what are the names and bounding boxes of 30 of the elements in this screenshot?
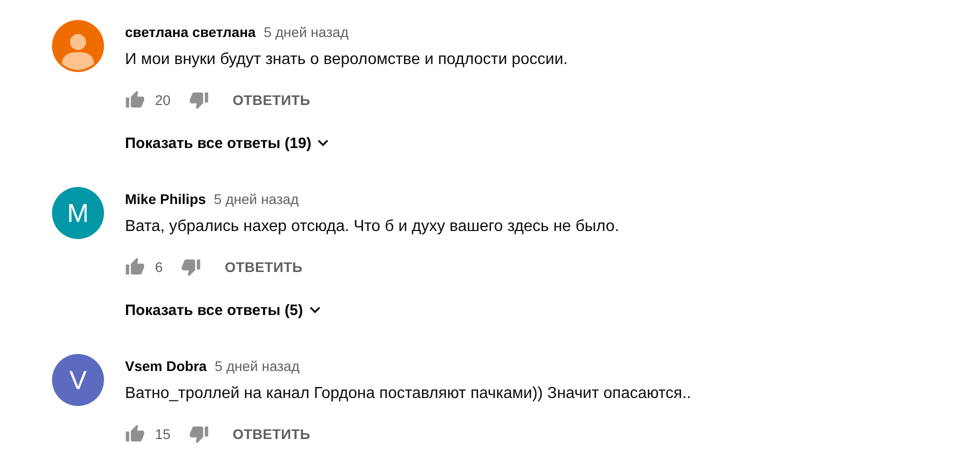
author-name[interactable]: светлана светлана	[125, 20, 256, 44]
reply-button[interactable]: ОТВЕТИТЬ	[220, 420, 322, 448]
avatar-letter: M	[67, 200, 89, 226]
thumbs-up-icon[interactable]	[125, 424, 145, 444]
avatar[interactable]	[52, 20, 104, 72]
like-count: 15	[155, 426, 171, 442]
avatar-letter: V	[69, 367, 87, 393]
like-count: 6	[155, 259, 163, 275]
comment-text: Вата, убрались нахер отсюда. Что б и духу вашего здесь не было.	[125, 217, 620, 237]
chevron-down-icon	[317, 139, 330, 147]
comment-text: И мои внуки будут знать о вероломстве и подлости россии.	[125, 50, 568, 70]
thumbs-down-icon[interactable]	[180, 257, 201, 277]
author-name[interactable]: Mike Philips	[125, 187, 206, 211]
thumbs-up-icon[interactable]	[125, 90, 145, 110]
comment-time[interactable]: 5 дней назад	[264, 20, 349, 44]
comment-time[interactable]: 5 дней назад	[214, 187, 299, 211]
like-count: 20	[155, 92, 171, 108]
reply-button[interactable]: ОТВЕТИТЬ	[212, 253, 315, 281]
thumbs-up-icon[interactable]	[125, 257, 145, 277]
thumbs-down-icon[interactable]	[188, 90, 209, 110]
comment-time[interactable]: 5 дней назад	[214, 354, 300, 378]
author-name[interactable]: Vsem Dobra	[125, 354, 207, 378]
reply-button[interactable]: ОТВЕТИТЬ	[220, 86, 322, 114]
chevron-down-icon	[308, 306, 321, 314]
thumbs-down-icon[interactable]	[188, 424, 209, 444]
avatar[interactable]: M	[52, 187, 104, 239]
avatar[interactable]: V	[52, 354, 104, 406]
show-replies-button[interactable]: Показать все ответы (19)	[125, 127, 330, 159]
show-replies-button[interactable]: Показать все ответы (5)	[125, 294, 321, 326]
comment-text: Ватно_троллей на канал Гордона поставляют пачками)) Значит опасаются..	[125, 384, 692, 404]
